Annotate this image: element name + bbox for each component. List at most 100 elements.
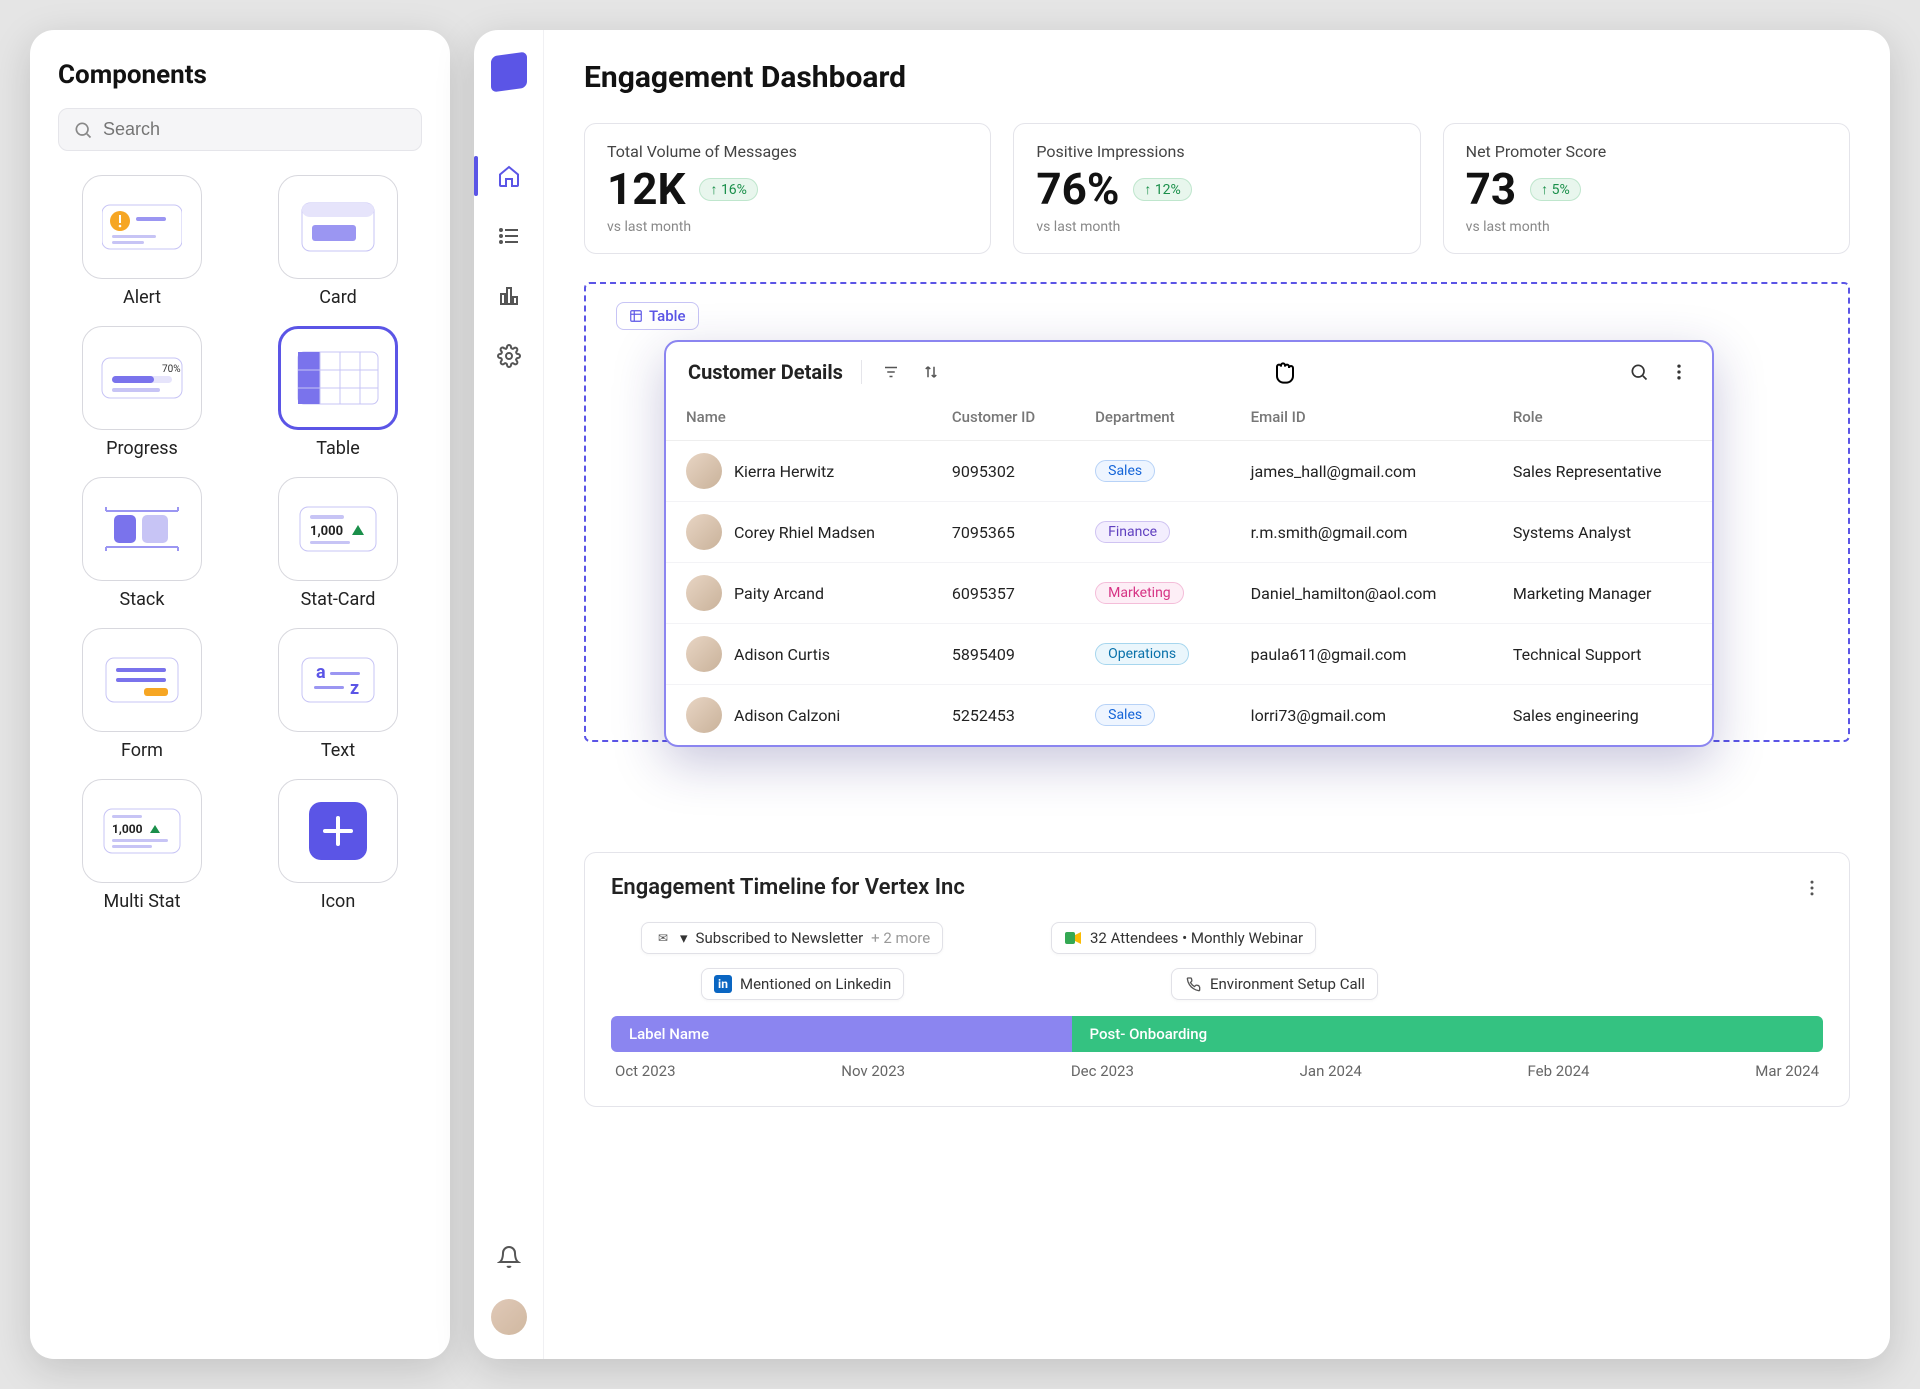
table-row[interactable]: Adison Calzoni5252453Saleslorri73@gmail.… xyxy=(666,685,1712,746)
table-small-icon xyxy=(629,309,643,323)
table-row[interactable]: Paity Arcand6095357MarketingDaniel_hamil… xyxy=(666,563,1712,624)
app-logo[interactable] xyxy=(491,51,527,92)
component-alert-thumb[interactable] xyxy=(82,175,202,279)
filter-button[interactable] xyxy=(880,361,902,383)
list-icon xyxy=(497,224,521,248)
form-icon xyxy=(100,652,184,708)
stat-card-nps: Net Promoter Score 73 ↑ 5% vs last month xyxy=(1443,123,1850,254)
timeline-card: Engagement Timeline for Vertex Inc ✉ ▾ S… xyxy=(584,852,1850,1107)
multistat-icon: 1,000 xyxy=(100,803,184,859)
component-card[interactable]: Card xyxy=(254,175,422,308)
component-progress[interactable]: 70% Progress xyxy=(58,326,226,459)
component-alert[interactable]: Alert xyxy=(58,175,226,308)
linkedin-icon: in xyxy=(714,975,732,993)
card-icon xyxy=(298,199,378,255)
component-multistat[interactable]: 1,000 Multi Stat xyxy=(58,779,226,912)
svg-text:1,000: 1,000 xyxy=(310,524,343,539)
component-statcard-thumb[interactable]: 1,000 xyxy=(278,477,398,581)
nav-notifications[interactable] xyxy=(491,1239,527,1275)
component-icon[interactable]: Icon xyxy=(254,779,422,912)
stat-card-messages: Total Volume of Messages 12K ↑ 16% vs la… xyxy=(584,123,991,254)
timeline-title: Engagement Timeline for Vertex Inc xyxy=(611,875,965,900)
stat-sub: vs last month xyxy=(1036,219,1397,235)
table-row[interactable]: Kierra Herwitz9095302Salesjames_hall@gma… xyxy=(666,441,1712,502)
table-row[interactable]: Corey Rhiel Madsen7095365Financer.m.smit… xyxy=(666,502,1712,563)
sort-button[interactable] xyxy=(920,361,942,383)
plus-icon xyxy=(307,800,369,862)
component-search-input[interactable] xyxy=(103,119,407,140)
nav-home[interactable] xyxy=(491,158,527,194)
nav-settings[interactable] xyxy=(491,338,527,374)
cell-email: james_hall@gmail.com xyxy=(1231,441,1493,502)
component-statcard[interactable]: 1,000 Stat-Card xyxy=(254,477,422,610)
component-stack-thumb[interactable] xyxy=(82,477,202,581)
nav-list[interactable] xyxy=(491,218,527,254)
avatar xyxy=(686,697,722,733)
col-id[interactable]: Customer ID xyxy=(932,398,1075,441)
svg-text:z: z xyxy=(350,678,359,699)
svg-text:a: a xyxy=(316,662,326,683)
component-form[interactable]: Form xyxy=(58,628,226,761)
component-multistat-thumb[interactable]: 1,000 xyxy=(82,779,202,883)
col-dept[interactable]: Department xyxy=(1075,398,1231,441)
cell-name: Paity Arcand xyxy=(734,584,824,603)
search-table-button[interactable] xyxy=(1628,361,1650,383)
col-role[interactable]: Role xyxy=(1493,398,1712,441)
event-label: Mentioned on Linkedin xyxy=(740,975,891,993)
component-table[interactable]: Table xyxy=(254,326,422,459)
col-name[interactable]: Name xyxy=(666,398,932,441)
event-linkedin[interactable]: in Mentioned on Linkedin xyxy=(701,968,904,1000)
table-title: Customer Details xyxy=(688,360,862,384)
stat-title: Positive Impressions xyxy=(1036,142,1397,161)
customer-table-card[interactable]: Customer Details xyxy=(664,340,1714,747)
component-progress-thumb[interactable]: 70% xyxy=(82,326,202,430)
progress-icon: 70% xyxy=(100,350,184,406)
cell-id: 9095302 xyxy=(932,441,1075,502)
component-search[interactable] xyxy=(58,108,422,151)
axis-tick: Feb 2024 xyxy=(1528,1062,1590,1080)
stat-delta: ↑ 12% xyxy=(1133,178,1191,201)
nav-chart[interactable] xyxy=(491,278,527,314)
avatar xyxy=(686,453,722,489)
cell-role: Sales Representative xyxy=(1493,441,1712,502)
col-email[interactable]: Email ID xyxy=(1231,398,1493,441)
component-form-thumb[interactable] xyxy=(82,628,202,732)
cell-email: r.m.smith@gmail.com xyxy=(1231,502,1493,563)
component-text-thumb[interactable]: a z xyxy=(278,628,398,732)
component-statcard-label: Stat-Card xyxy=(254,589,422,610)
event-webinar[interactable]: 32 Attendees • Monthly Webinar xyxy=(1051,922,1316,954)
stat-value: 12K xyxy=(607,163,685,215)
stack-icon xyxy=(100,499,184,559)
component-icon-thumb[interactable] xyxy=(278,779,398,883)
event-newsletter[interactable]: ✉ ▾ Subscribed to Newsletter + 2 more xyxy=(641,922,943,954)
component-progress-label: Progress xyxy=(58,438,226,459)
stat-title: Total Volume of Messages xyxy=(607,142,968,161)
timeline-track: Label Name Post- Onboarding xyxy=(611,1016,1823,1052)
stat-sub: vs last month xyxy=(1466,219,1827,235)
event-setup-call[interactable]: Environment Setup Call xyxy=(1171,968,1378,1000)
stat-delta: ↑ 5% xyxy=(1530,178,1581,201)
component-card-thumb[interactable] xyxy=(278,175,398,279)
dept-pill: Finance xyxy=(1095,521,1170,543)
svg-text:1,000: 1,000 xyxy=(112,822,143,836)
event-label: Subscribed to Newsletter xyxy=(696,929,864,947)
gear-icon xyxy=(497,344,521,368)
drop-wrapper: Table Customer Details xyxy=(584,282,1850,742)
timeline-axis: Oct 2023 Nov 2023 Dec 2023 Jan 2024 Feb … xyxy=(611,1062,1823,1080)
avatar xyxy=(686,636,722,672)
table-row[interactable]: Adison Curtis5895409Operationspaula611@g… xyxy=(666,624,1712,685)
timeline-seg-2: Post- Onboarding xyxy=(1072,1016,1823,1052)
table-more-button[interactable] xyxy=(1668,361,1690,383)
cell-name: Adison Curtis xyxy=(734,645,830,664)
phone-icon xyxy=(1184,975,1202,993)
component-table-thumb[interactable] xyxy=(278,326,398,430)
axis-tick: Jan 2024 xyxy=(1300,1062,1362,1080)
component-text[interactable]: a z Text xyxy=(254,628,422,761)
timeline-more-button[interactable] xyxy=(1801,877,1823,899)
component-stack[interactable]: Stack xyxy=(58,477,226,610)
stat-value: 73 xyxy=(1466,163,1517,215)
event-caret: ▾ xyxy=(680,929,688,947)
cell-id: 7095365 xyxy=(932,502,1075,563)
user-avatar[interactable] xyxy=(491,1299,527,1335)
mail-icon: ✉ xyxy=(654,929,672,947)
